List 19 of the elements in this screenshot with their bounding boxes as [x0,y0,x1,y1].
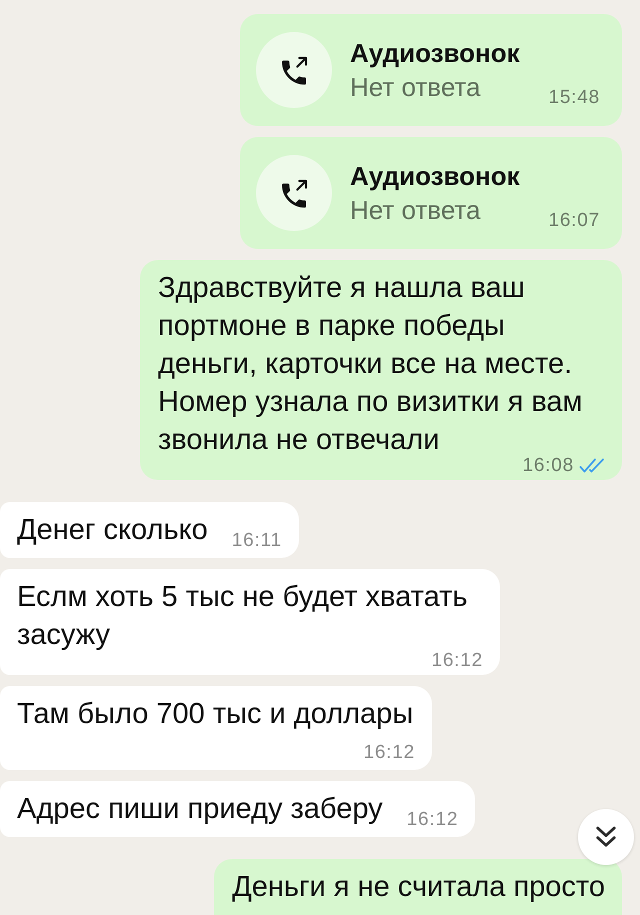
call-status: Нет ответа [350,71,480,104]
message-text: Еслм хоть 5 тыс не будет хватать засужу [17,581,468,651]
message-time: 16:11 [232,531,282,551]
message-time: 16:12 [363,743,415,763]
call-status: Нет ответа [350,194,480,227]
message-time: 16:12 [431,651,483,671]
message-text: Там было 700 тыс и доллары [17,698,414,730]
message-time: 16:07 [548,211,600,231]
message-time: 16:12 [406,810,458,830]
message-text: Адрес пиши приеду заберу [17,793,383,825]
message-text: Деньги я не считала просто [232,871,605,903]
call-title: Аудиозвонок [350,37,520,70]
double-chevron-down-icon [595,826,617,848]
message-text: Здравствуйте я нашла ваш портмоне в парке победы деньги, карточки все на месте. Номер узнала по визитки я вам звонила не отвечали [158,272,582,456]
scroll-down-button[interactable] [578,809,634,865]
message-time: 16:08 [522,456,574,476]
call-title: Аудиозвонок [350,160,520,193]
message-time: 15:48 [548,88,600,108]
message-text: Денег сколько [17,514,208,546]
